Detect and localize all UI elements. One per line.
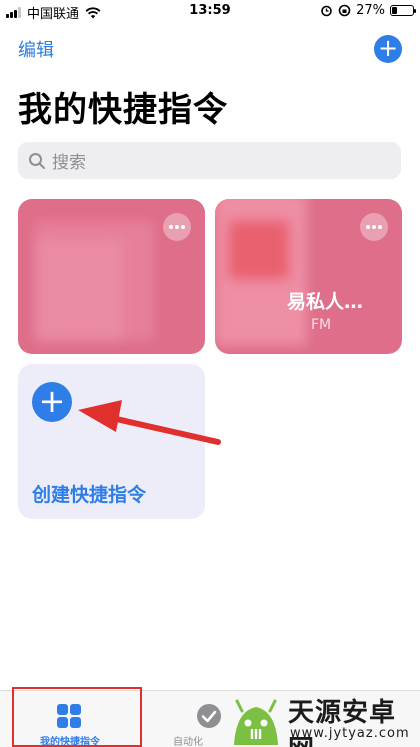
check-circle-icon xyxy=(197,704,221,728)
shortcut-card-1[interactable] xyxy=(18,199,205,354)
battery-fill xyxy=(392,7,398,14)
add-shortcut-button[interactable]: + xyxy=(374,35,402,63)
create-shortcut-plus-button[interactable]: + xyxy=(32,382,72,422)
search-placeholder: 搜索 xyxy=(52,153,86,173)
more-icon xyxy=(366,225,370,229)
grid-icon xyxy=(57,704,81,728)
more-icon-dot xyxy=(372,225,376,229)
search-field[interactable]: 搜索 xyxy=(18,142,401,179)
create-shortcut-label: 创建快捷指令 xyxy=(32,484,147,506)
edit-button[interactable]: 编辑 xyxy=(18,36,54,62)
more-icon xyxy=(169,225,173,229)
watermark-url: www.jytyaz.com xyxy=(290,726,410,741)
watermark: 天源安卓网 www.jytyaz.com xyxy=(222,688,420,747)
android-logo-icon xyxy=(234,699,278,745)
search-icon xyxy=(29,152,45,169)
status-right: 27% xyxy=(320,3,416,18)
plus-icon: + xyxy=(38,382,66,420)
status-bar: 中国联通 13:59 27% xyxy=(0,0,420,24)
more-icon-dot xyxy=(181,225,185,229)
page-title: 我的快捷指令 xyxy=(18,90,228,130)
more-icon-dot xyxy=(378,225,382,229)
create-shortcut-card[interactable]: + 创建快捷指令 xyxy=(18,364,205,519)
plus-icon: + xyxy=(377,34,399,62)
shortcut-subtitle: FM xyxy=(311,317,332,333)
more-options-button[interactable] xyxy=(163,213,191,241)
blurred-content xyxy=(38,239,123,339)
more-options-button[interactable] xyxy=(360,213,388,241)
blurred-content xyxy=(229,221,289,279)
orientation-lock-icon xyxy=(338,4,351,17)
battery-percent: 27% xyxy=(356,3,385,18)
shortcut-card-2[interactable]: 易私人… FM xyxy=(215,199,402,354)
shortcut-title: 易私人… xyxy=(287,291,364,313)
alarm-icon xyxy=(321,5,332,17)
battery-icon xyxy=(390,5,416,16)
more-icon-dot xyxy=(175,225,179,229)
